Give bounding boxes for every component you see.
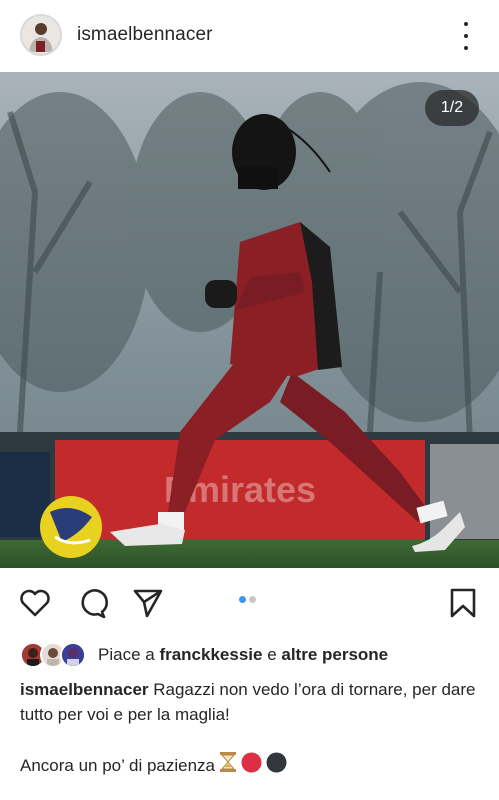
- likes-first-user[interactable]: franckkessie: [159, 645, 262, 664]
- bookmark-icon[interactable]: [446, 586, 480, 620]
- heart-icon[interactable]: [18, 586, 52, 620]
- likes-connector: e: [262, 645, 282, 664]
- likes-text: Piace a franckkessie e altre persone: [98, 645, 388, 665]
- caption-line-2-text: Ancora un po’ di pazienza: [20, 756, 216, 775]
- more-options-icon[interactable]: [458, 22, 474, 50]
- caption: ismaelbennacer Ragazzi non vedo l’ora di…: [20, 677, 485, 727]
- likes-others[interactable]: altre persone: [281, 645, 388, 664]
- red-circle-icon: [241, 752, 262, 780]
- carousel-indicator: [239, 596, 256, 603]
- post-username[interactable]: ismaelbennacer: [77, 24, 213, 46]
- likes-prefix: Piace a: [98, 645, 160, 664]
- liker-avatars: [20, 642, 90, 668]
- hourglass-icon: [219, 751, 237, 780]
- comment-icon[interactable]: [75, 586, 109, 620]
- likes-row[interactable]: Piace a franckkessie e altre persone: [20, 642, 388, 668]
- caption-username[interactable]: ismaelbennacer: [20, 680, 149, 699]
- caption-line-2: Ancora un po’ di pazienza: [20, 751, 485, 780]
- post-header: ismaelbennacer: [0, 0, 499, 70]
- carousel-dot: [249, 596, 256, 603]
- user-avatar[interactable]: [20, 14, 62, 56]
- black-circle-icon: [266, 752, 287, 780]
- image-counter-badge: 1/2: [425, 90, 479, 126]
- liker-avatar: [60, 642, 86, 668]
- carousel-dot-active: [239, 596, 246, 603]
- post-image[interactable]: Emirates: [0, 72, 499, 568]
- paper-plane-icon[interactable]: [131, 586, 165, 620]
